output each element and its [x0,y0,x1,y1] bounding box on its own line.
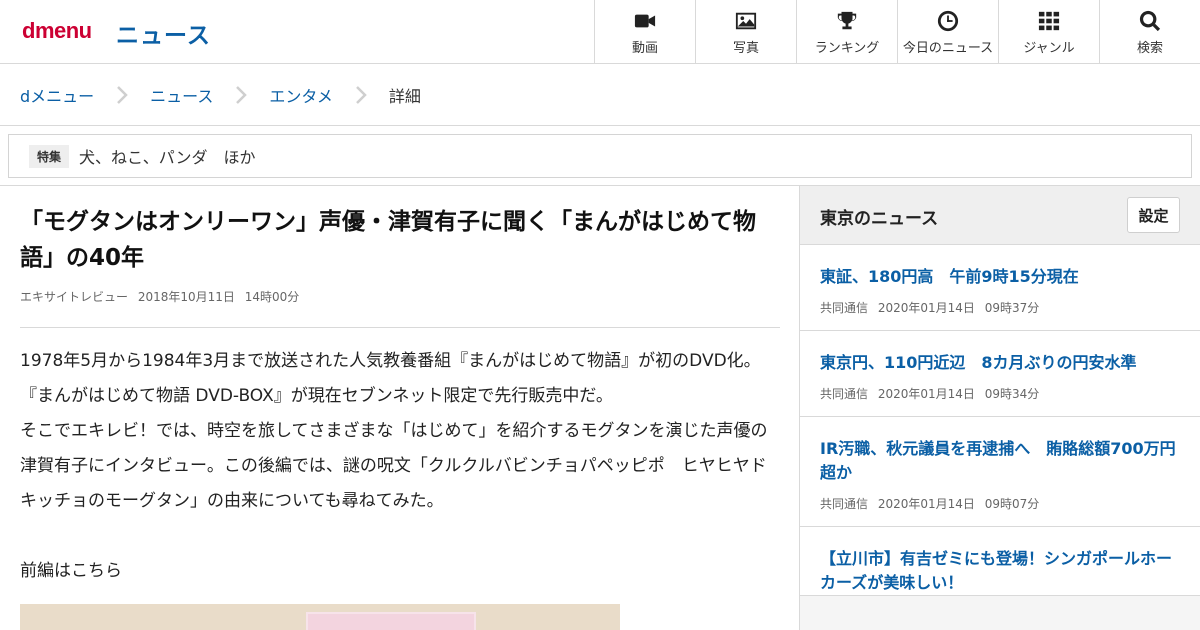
nav-label: 今日のニュース [902,41,994,56]
news-time: 09時37分 [984,301,1040,315]
dmenu-logo[interactable]: dmenu [22,18,92,44]
news-source: 共同通信 [820,497,869,511]
site-header: dmenu ニュース 動画 写真 ランキング 今日のニュース ジャンル 検索 [0,0,1200,64]
search-icon [1139,10,1161,32]
news-meta: 共同通信 2020年01月14日 09時07分 [820,495,1180,526]
news-source: 共同通信 [820,301,869,315]
article-body: 1978年5月から1984年3月まで放送された人気教養番組『まんがはじめて物語』… [20,344,780,589]
settings-button[interactable]: 設定 [1127,197,1180,233]
nav-item-ranking[interactable]: ランキング [796,0,897,63]
sidebar-header: 東京のニュース 設定 [800,186,1200,245]
article: 「モグタンはオンリーワン」声優・津賀有子に聞く「まんがはじめて物語」の40年 エ… [20,204,780,589]
section-title[interactable]: ニュース [116,16,211,50]
breadcrumb-item-current: 詳細 [388,86,421,106]
news-title[interactable]: 【立川市】有吉ゼミにも登場！シンガポールホーカーズが美味しい！ [820,547,1180,595]
nav-label: ジャンル [1023,41,1075,56]
main-nav: 動画 写真 ランキング 今日のニュース ジャンル 検索 [594,0,1200,63]
news-item[interactable]: 東京円、110円近辺 8カ月ぶりの円安水準 共同通信 2020年01月14日 0… [800,331,1200,417]
article-source: エキサイトレビュー [20,290,129,304]
breadcrumb: dメニュー ニュース エンタメ 詳細 [0,64,1200,126]
news-item[interactable]: IR汚職、秋元議員を再逮捕へ 賄賂総額700万円超か 共同通信 2020年01月… [800,417,1200,527]
chevron-right-icon [333,85,389,105]
nav-label: ランキング [814,41,880,56]
article-meta: エキサイトレビュー 2018年10月11日 14時00分 [20,288,780,305]
sidebar-title: 東京のニュース [820,209,939,229]
news-item[interactable]: 【立川市】有吉ゼミにも登場！シンガポールホーカーズが美味しい！ [800,527,1200,596]
article-date: 2018年10月11日 [137,290,235,304]
article-paragraph: 1978年5月から1984年3月まで放送された人気教養番組『まんがはじめて物語』… [20,351,761,406]
article-image [20,604,620,630]
feature-text[interactable]: 犬、ねこ、パンダ ほか [79,144,255,168]
nav-item-genre[interactable]: ジャンル [998,0,1099,63]
chevron-right-icon [94,85,150,105]
news-title[interactable]: IR汚職、秋元議員を再逮捕へ 賄賂総額700万円超か [820,437,1180,485]
news-time: 09時34分 [984,387,1040,401]
trophy-icon [837,11,857,30]
chevron-right-icon [213,85,269,105]
article-time: 14時00分 [244,290,300,304]
nav-label: 動画 [631,41,658,56]
feature-tag: 特集 [29,144,70,168]
dvd-box-image [306,612,476,630]
photo-icon [735,12,757,30]
news-date: 2020年01月14日 [877,497,975,511]
breadcrumb-item-dmenu[interactable]: dメニュー [20,83,94,107]
nav-label: 検索 [1136,41,1163,56]
video-camera-icon [634,14,656,28]
nav-item-search[interactable]: 検索 [1099,0,1200,63]
tokyo-news-sidebar: 東京のニュース 設定 東証、180円高 午前9時15分現在 共同通信 2020年… [799,186,1200,630]
article-divider [20,327,780,328]
news-item[interactable]: 東証、180円高 午前9時15分現在 共同通信 2020年01月14日 09時3… [800,245,1200,331]
news-title[interactable]: 東証、180円高 午前9時15分現在 [820,265,1180,289]
nav-item-photo[interactable]: 写真 [695,0,796,63]
feature-bar[interactable]: 特集 犬、ねこ、パンダ ほか [8,134,1192,178]
news-source: 共同通信 [820,387,869,401]
news-time: 09時07分 [984,497,1040,511]
news-date: 2020年01月14日 [877,387,975,401]
news-title[interactable]: 東京円、110円近辺 8カ月ぶりの円安水準 [820,351,1180,375]
grid-icon [1038,11,1060,31]
nav-item-video[interactable]: 動画 [594,0,695,63]
clock-icon [937,10,959,32]
article-title: 「モグタンはオンリーワン」声優・津賀有子に聞く「まんがはじめて物語」の40年 [20,209,756,271]
article-paragraph: そこでエキレビ！では、時空を旅してさまざまな「はじめて」を紹介するモグタンを演じ… [20,421,768,511]
nav-label: 写真 [732,41,759,56]
breadcrumb-item-entame[interactable]: エンタメ [269,83,333,107]
news-meta: 共同通信 2020年01月14日 09時37分 [820,299,1180,330]
previous-article-link[interactable]: 前編はこちら [20,554,780,589]
breadcrumb-item-news[interactable]: ニュース [150,83,213,107]
news-date: 2020年01月14日 [877,301,975,315]
news-meta: 共同通信 2020年01月14日 09時34分 [820,385,1180,416]
nav-item-today-news[interactable]: 今日のニュース [897,0,998,63]
